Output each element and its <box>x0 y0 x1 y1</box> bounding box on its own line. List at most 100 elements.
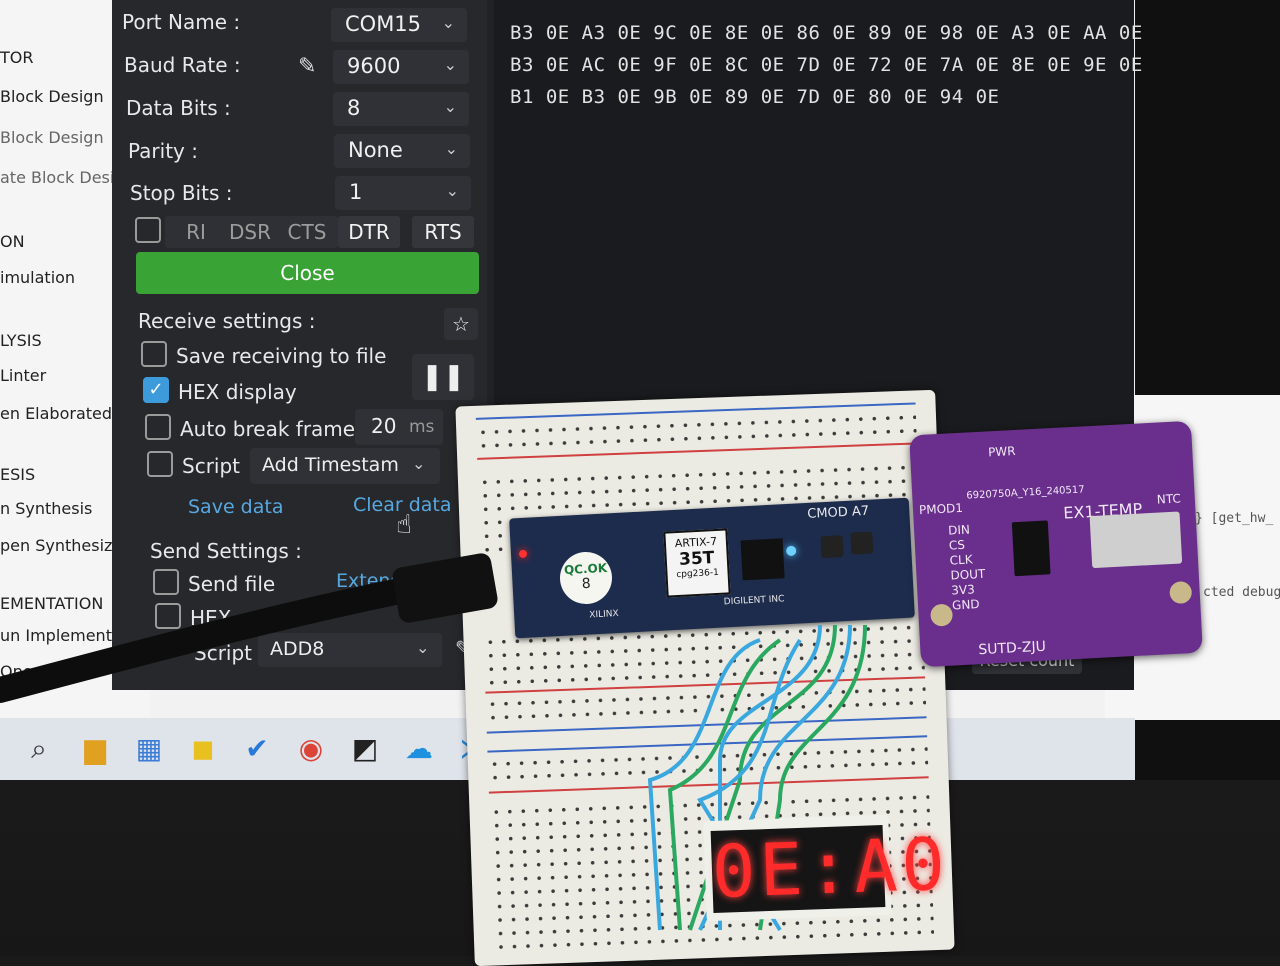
hex-send-label: HEX se <box>190 606 261 630</box>
send-script-select[interactable]: ADD8 ⌄ <box>258 633 442 667</box>
pin-label: GND <box>951 597 980 613</box>
hex-output-line: B3 0E A3 0E 9C 0E 8E 0E 86 0E 89 0E 98 0… <box>510 22 1143 44</box>
port-name-select[interactable]: COM15 ⌄ <box>331 8 467 42</box>
xilinx-label: XILINX <box>589 608 619 621</box>
script-checkbox[interactable] <box>147 451 173 477</box>
signal-dtr[interactable]: DTR <box>338 216 400 248</box>
amd-icon[interactable]: ◩ <box>348 732 382 766</box>
flow-item[interactable]: Linter <box>0 366 46 385</box>
script-value: Add Timestam <box>262 454 399 476</box>
parity-select[interactable]: None ⌄ <box>334 134 470 168</box>
qc-number: 8 <box>581 575 592 593</box>
data-bits-label: Data Bits : <box>126 96 231 120</box>
auto-break-value: 20 <box>371 414 397 438</box>
script-label: Script <box>182 454 241 478</box>
star-icon[interactable]: ☆ <box>444 308 478 340</box>
brand-label: SUTD-ZJU <box>978 638 1047 659</box>
chip-line3: cpg236-1 <box>676 567 720 581</box>
pin-labels: DIN CS CLK DOUT 3V3 GND <box>948 522 987 614</box>
store-icon[interactable]: ▦ <box>132 732 166 766</box>
hand-cursor-icon: ☝ <box>396 510 412 540</box>
folder-icon[interactable]: ▆ <box>78 732 112 766</box>
seven-segment-display: 0E:A0 <box>710 821 951 914</box>
close-port-button[interactable]: Close <box>136 252 479 294</box>
port-name-value: COM15 <box>345 12 422 36</box>
qc-label: QC.OK <box>563 560 608 578</box>
flow-item[interactable]: ESIS <box>0 465 35 484</box>
flow-item[interactable]: Block Design <box>0 87 104 106</box>
chrome-icon[interactable]: ◉ <box>294 732 328 766</box>
sram-chip <box>740 538 785 581</box>
pause-icon[interactable]: ❚❚ <box>412 354 474 400</box>
flow-item[interactable]: EMENTATION <box>0 594 103 613</box>
ntc-label: NTC <box>1156 491 1182 507</box>
sticky-notes-icon[interactable]: ◼ <box>186 732 220 766</box>
baud-rate-label: Baud Rate : <box>124 53 241 77</box>
button-btn1 <box>850 531 874 555</box>
hex-output-line: B1 0E B3 0E 9B 0E 89 0E 7D 0E 80 0E 94 0… <box>510 86 1000 108</box>
pwr-label: PWR <box>987 444 1016 460</box>
send-file-label: Send file <box>188 572 276 596</box>
button-btn0 <box>820 535 844 559</box>
signal-cts[interactable]: CTS <box>276 216 338 248</box>
auto-break-input[interactable]: 20 ms <box>355 409 443 445</box>
send-script-value: ADD8 <box>270 638 325 660</box>
auto-break-checkbox[interactable] <box>145 414 171 440</box>
flow-control-checkbox[interactable] <box>135 217 161 243</box>
stop-bits-label: Stop Bits : <box>130 181 233 205</box>
chevron-down-icon: ⌄ <box>443 55 457 74</box>
mounting-hole <box>1169 580 1193 605</box>
receive-settings-label: Receive settings : <box>138 309 316 333</box>
signal-ri[interactable]: RI <box>165 216 227 248</box>
flow-item[interactable]: ON <box>0 232 25 251</box>
flow-item[interactable]: imulation <box>0 268 75 287</box>
board-label: CMOD A7 <box>806 503 870 522</box>
search-icon[interactable]: ⌕ <box>22 732 56 766</box>
hex-output-line: B3 0E AC 0E 9F 0E 8C 0E 7D 0E 72 0E 7A 0… <box>510 54 1143 76</box>
data-bits-select[interactable]: 8 ⌄ <box>333 92 469 126</box>
digilent-label: DIGILENT INC <box>723 594 785 608</box>
chevron-down-icon: ⌄ <box>416 638 430 657</box>
signal-rts[interactable]: RTS <box>412 216 474 248</box>
temp-sensor-board: PWR PMOD1 6920750A_Y16_240517 EX1-TEMP N… <box>909 420 1203 668</box>
send-script-label: Script <box>194 641 253 665</box>
auto-break-unit: ms <box>409 417 435 437</box>
flow-item[interactable]: n Synthesis <box>0 499 92 518</box>
flow-item[interactable]: TOR <box>0 48 33 67</box>
save-receiving-label: Save receiving to file <box>176 344 387 368</box>
stop-bits-select[interactable]: 1 ⌄ <box>335 176 471 210</box>
flow-item[interactable]: Open Im <box>0 662 68 681</box>
hex-send-checkbox[interactable] <box>155 603 181 629</box>
stop-bits-value: 1 <box>349 180 363 204</box>
signal-dsr[interactable]: DSR <box>219 216 281 248</box>
todo-icon[interactable]: ✔ <box>240 732 274 766</box>
hex-display-checkbox[interactable]: ✓ <box>143 377 169 403</box>
save-receiving-checkbox[interactable] <box>141 341 167 367</box>
remote-icon[interactable]: ☁ <box>402 732 436 766</box>
rgb-led <box>785 545 797 557</box>
extension-link[interactable]: Extens <box>336 570 400 592</box>
code-line: } [get_hw_ <box>1195 511 1274 526</box>
chevron-down-icon: ⌄ <box>444 139 458 158</box>
parity-label: Parity : <box>128 139 198 163</box>
pmod-label: PMOD1 <box>918 500 964 518</box>
script-select[interactable]: Add Timestam ⌄ <box>250 448 440 484</box>
baud-rate-select[interactable]: 9600 ⌄ <box>333 50 469 84</box>
power-led <box>518 549 528 559</box>
pen-icon[interactable]: ✎ <box>298 54 316 79</box>
serial-label: 6920750A_Y16_240517 <box>966 484 1085 502</box>
pin-label: DOUT <box>950 566 986 583</box>
flow-item[interactable]: LYSIS <box>0 331 42 350</box>
chevron-down-icon: ⌄ <box>412 454 426 473</box>
parity-value: None <box>348 138 403 162</box>
port-name-label: Port Name : <box>122 10 241 34</box>
send-file-checkbox[interactable] <box>153 569 179 595</box>
flow-item[interactable]: Block Design <box>0 128 104 147</box>
auto-break-label: Auto break frame <box>180 417 356 441</box>
slide-switch <box>1089 511 1183 569</box>
mounting-hole <box>930 603 954 627</box>
code-line: cted debug <box>1203 585 1280 600</box>
save-data-link[interactable]: Save data <box>188 496 283 518</box>
baud-rate-value: 9600 <box>347 54 401 78</box>
fpga-chip: ARTIX-7 35T cpg236-1 <box>663 528 731 598</box>
